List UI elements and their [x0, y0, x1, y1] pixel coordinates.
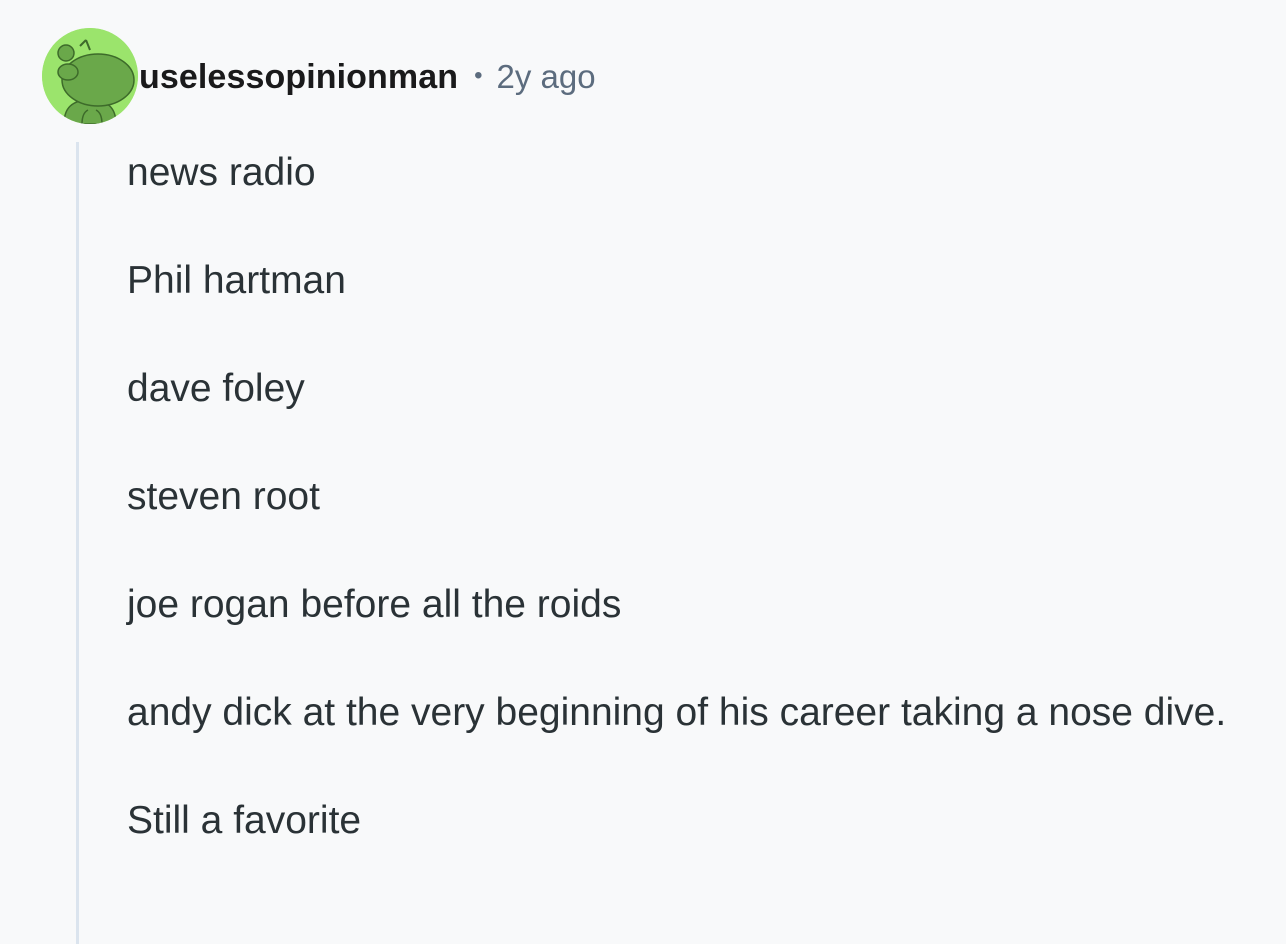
snoo-avatar-icon [42, 28, 138, 124]
comment: uselessopinionman • 2y ago news radio Ph… [0, 0, 1286, 944]
comment-body: news radio Phil hartman dave foley steve… [127, 146, 1277, 848]
separator-dot: • [474, 62, 483, 89]
comment-paragraph: Still a favorite [127, 799, 362, 842]
comment-paragraph: dave foley [127, 367, 305, 410]
comment-timestamp[interactable]: 2y ago [497, 58, 596, 96]
comment-paragraph: Phil hartman [127, 259, 346, 302]
comment-paragraph: steven root [127, 475, 320, 518]
comment-paragraph: news radio [127, 151, 316, 194]
username-link[interactable]: uselessopinionman [139, 58, 458, 97]
comment-header: uselessopinionman • 2y ago [139, 54, 596, 100]
user-avatar[interactable] [42, 28, 138, 124]
comment-paragraph: andy dick at the very beginning of his c… [127, 691, 1227, 734]
thread-collapse-line[interactable] [76, 142, 79, 944]
comment-paragraph: joe rogan before all the roids [127, 583, 622, 626]
